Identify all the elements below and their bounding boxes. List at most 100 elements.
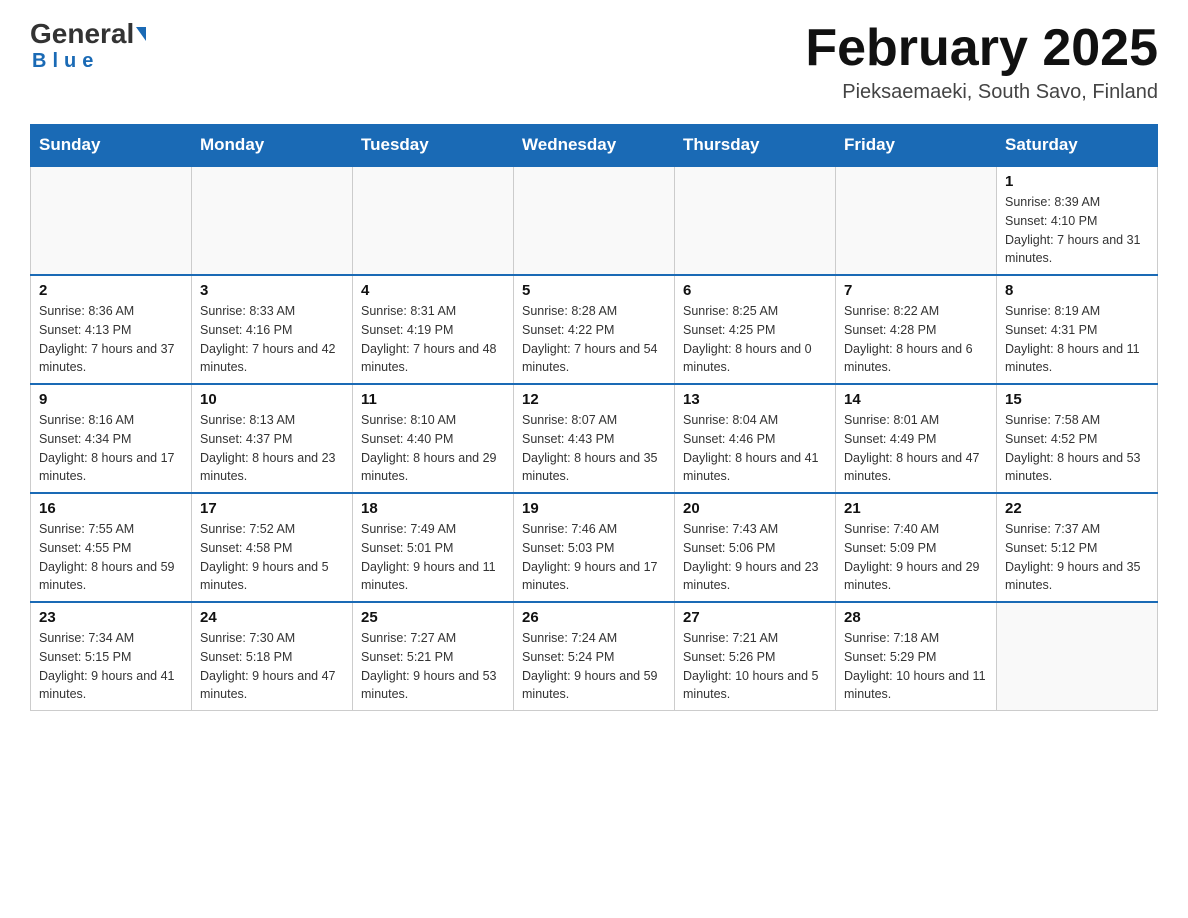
day-info: Sunrise: 8:10 AMSunset: 4:40 PMDaylight:… — [361, 411, 505, 486]
logo-blue-text: Blue — [30, 50, 99, 73]
day-number: 23 — [39, 609, 183, 626]
day-info: Sunrise: 7:58 AMSunset: 4:52 PMDaylight:… — [1005, 411, 1149, 486]
day-info: Sunrise: 7:37 AMSunset: 5:12 PMDaylight:… — [1005, 520, 1149, 595]
day-info: Sunrise: 8:07 AMSunset: 4:43 PMDaylight:… — [522, 411, 666, 486]
calendar-week-row: 9 Sunrise: 8:16 AMSunset: 4:34 PMDaylight… — [31, 384, 1158, 493]
day-number: 12 — [522, 391, 666, 408]
header-sunday: Sunday — [31, 125, 192, 167]
calendar-day-cell: 17 Sunrise: 7:52 AMSunset: 4:58 PMDayligh… — [192, 493, 353, 602]
day-number: 27 — [683, 609, 827, 626]
day-number: 26 — [522, 609, 666, 626]
calendar-week-row: 2 Sunrise: 8:36 AMSunset: 4:13 PMDaylight… — [31, 275, 1158, 384]
day-info: Sunrise: 8:04 AMSunset: 4:46 PMDaylight:… — [683, 411, 827, 486]
calendar-day-cell: 13 Sunrise: 8:04 AMSunset: 4:46 PMDayligh… — [675, 384, 836, 493]
day-info: Sunrise: 8:28 AMSunset: 4:22 PMDaylight:… — [522, 302, 666, 377]
calendar-day-cell: 1Sunrise: 8:39 AMSunset: 4:10 PMDaylight… — [997, 166, 1158, 275]
day-number: 25 — [361, 609, 505, 626]
calendar-day-cell: 8 Sunrise: 8:19 AMSunset: 4:31 PMDaylight… — [997, 275, 1158, 384]
day-info: Sunrise: 8:01 AMSunset: 4:49 PMDaylight:… — [844, 411, 988, 486]
header-thursday: Thursday — [675, 125, 836, 167]
calendar-day-cell: 12 Sunrise: 8:07 AMSunset: 4:43 PMDayligh… — [514, 384, 675, 493]
day-number: 24 — [200, 609, 344, 626]
day-info: Sunrise: 7:34 AMSunset: 5:15 PMDaylight:… — [39, 629, 183, 704]
day-number: 17 — [200, 500, 344, 517]
day-number: 10 — [200, 391, 344, 408]
calendar-day-cell: 22 Sunrise: 7:37 AMSunset: 5:12 PMDayligh… — [997, 493, 1158, 602]
day-info: Sunrise: 7:18 AMSunset: 5:29 PMDaylight:… — [844, 629, 988, 704]
calendar-table: Sunday Monday Tuesday Wednesday Thursday… — [30, 124, 1158, 711]
calendar-day-cell: 23 Sunrise: 7:34 AMSunset: 5:15 PMDayligh… — [31, 602, 192, 711]
day-number: 9 — [39, 391, 183, 408]
day-info: Sunrise: 7:40 AMSunset: 5:09 PMDaylight:… — [844, 520, 988, 595]
location-text: Pieksaemaeki, South Savo, Finland — [805, 81, 1158, 104]
day-number: 2 — [39, 282, 183, 299]
day-number: 16 — [39, 500, 183, 517]
calendar-day-cell — [997, 602, 1158, 711]
day-number: 14 — [844, 391, 988, 408]
day-info: Sunrise: 8:13 AMSunset: 4:37 PMDaylight:… — [200, 411, 344, 486]
calendar-week-row: 16 Sunrise: 7:55 AMSunset: 4:55 PMDayligh… — [31, 493, 1158, 602]
calendar-day-cell: 11 Sunrise: 8:10 AMSunset: 4:40 PMDayligh… — [353, 384, 514, 493]
day-number: 28 — [844, 609, 988, 626]
day-info: Sunrise: 7:27 AMSunset: 5:21 PMDaylight:… — [361, 629, 505, 704]
day-info: Sunrise: 8:33 AMSunset: 4:16 PMDaylight:… — [200, 302, 344, 377]
day-number: 8 — [1005, 282, 1149, 299]
calendar-day-cell: 19 Sunrise: 7:46 AMSunset: 5:03 PMDayligh… — [514, 493, 675, 602]
calendar-day-cell: 4 Sunrise: 8:31 AMSunset: 4:19 PMDaylight… — [353, 275, 514, 384]
calendar-day-cell: 9 Sunrise: 8:16 AMSunset: 4:34 PMDaylight… — [31, 384, 192, 493]
header-saturday: Saturday — [997, 125, 1158, 167]
calendar-day-cell: 18 Sunrise: 7:49 AMSunset: 5:01 PMDayligh… — [353, 493, 514, 602]
day-number: 18 — [361, 500, 505, 517]
day-number: 19 — [522, 500, 666, 517]
calendar-day-cell: 7 Sunrise: 8:22 AMSunset: 4:28 PMDaylight… — [836, 275, 997, 384]
day-number: 6 — [683, 282, 827, 299]
day-number: 22 — [1005, 500, 1149, 517]
month-title: February 2025 — [805, 20, 1158, 77]
calendar-day-cell — [192, 166, 353, 275]
calendar-day-cell: 14 Sunrise: 8:01 AMSunset: 4:49 PMDayligh… — [836, 384, 997, 493]
logo-triangle-icon — [136, 27, 146, 41]
calendar-day-cell: 27 Sunrise: 7:21 AMSunset: 5:26 PMDayligh… — [675, 602, 836, 711]
calendar-day-cell — [514, 166, 675, 275]
header-friday: Friday — [836, 125, 997, 167]
calendar-day-cell: 28 Sunrise: 7:18 AMSunset: 5:29 PMDayligh… — [836, 602, 997, 711]
calendar-day-cell: 21Sunrise: 7:40 AMSunset: 5:09 PMDayligh… — [836, 493, 997, 602]
calendar-day-cell: 15Sunrise: 7:58 AMSunset: 4:52 PMDayligh… — [997, 384, 1158, 493]
day-info: Sunrise: 8:22 AMSunset: 4:28 PMDaylight:… — [844, 302, 988, 377]
calendar-day-cell — [836, 166, 997, 275]
calendar-day-cell: 3 Sunrise: 8:33 AMSunset: 4:16 PMDaylight… — [192, 275, 353, 384]
calendar-day-cell: 6 Sunrise: 8:25 AMSunset: 4:25 PMDaylight… — [675, 275, 836, 384]
calendar-day-cell: 2 Sunrise: 8:36 AMSunset: 4:13 PMDaylight… — [31, 275, 192, 384]
calendar-day-cell: 20Sunrise: 7:43 AMSunset: 5:06 PMDayligh… — [675, 493, 836, 602]
day-info: Sunrise: 7:43 AMSunset: 5:06 PMDaylight:… — [683, 520, 827, 595]
calendar-day-cell — [31, 166, 192, 275]
day-info: Sunrise: 7:30 AMSunset: 5:18 PMDaylight:… — [200, 629, 344, 704]
calendar-week-row: 1Sunrise: 8:39 AMSunset: 4:10 PMDaylight… — [31, 166, 1158, 275]
day-info: Sunrise: 8:25 AMSunset: 4:25 PMDaylight:… — [683, 302, 827, 377]
day-number: 11 — [361, 391, 505, 408]
day-info: Sunrise: 8:36 AMSunset: 4:13 PMDaylight:… — [39, 302, 183, 377]
day-info: Sunrise: 8:19 AMSunset: 4:31 PMDaylight:… — [1005, 302, 1149, 377]
day-number: 7 — [844, 282, 988, 299]
title-area: February 2025 Pieksaemaeki, South Savo, … — [805, 20, 1158, 104]
day-info: Sunrise: 7:52 AMSunset: 4:58 PMDaylight:… — [200, 520, 344, 595]
logo: General Blue — [30, 20, 146, 73]
day-info: Sunrise: 7:55 AMSunset: 4:55 PMDaylight:… — [39, 520, 183, 595]
calendar-day-cell: 25 Sunrise: 7:27 AMSunset: 5:21 PMDayligh… — [353, 602, 514, 711]
calendar-day-cell — [675, 166, 836, 275]
day-info: Sunrise: 7:49 AMSunset: 5:01 PMDaylight:… — [361, 520, 505, 595]
calendar-week-row: 23 Sunrise: 7:34 AMSunset: 5:15 PMDayligh… — [31, 602, 1158, 711]
day-number: 5 — [522, 282, 666, 299]
day-number: 3 — [200, 282, 344, 299]
day-info: Sunrise: 7:46 AMSunset: 5:03 PMDaylight:… — [522, 520, 666, 595]
calendar-day-cell: 16 Sunrise: 7:55 AMSunset: 4:55 PMDayligh… — [31, 493, 192, 602]
day-info: Sunrise: 8:16 AMSunset: 4:34 PMDaylight:… — [39, 411, 183, 486]
calendar-day-cell: 26Sunrise: 7:24 AMSunset: 5:24 PMDayligh… — [514, 602, 675, 711]
page-header: General Blue February 2025 Pieksaemaeki,… — [30, 20, 1158, 104]
day-number: 1 — [1005, 173, 1149, 190]
day-number: 13 — [683, 391, 827, 408]
day-number: 4 — [361, 282, 505, 299]
day-info: Sunrise: 7:21 AMSunset: 5:26 PMDaylight:… — [683, 629, 827, 704]
header-tuesday: Tuesday — [353, 125, 514, 167]
day-info: Sunrise: 8:31 AMSunset: 4:19 PMDaylight:… — [361, 302, 505, 377]
